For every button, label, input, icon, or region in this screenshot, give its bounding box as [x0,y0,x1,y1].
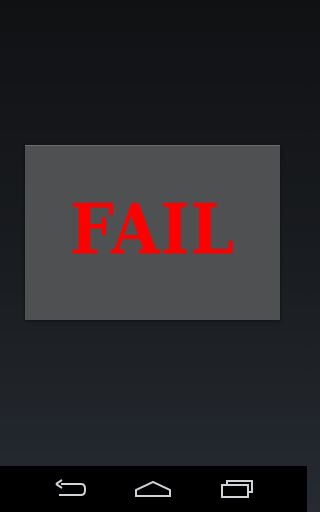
fail-dialog: FAIL [25,145,280,320]
fail-text: FAIL [69,188,236,271]
recent-apps-icon [221,480,254,498]
home-button[interactable] [129,471,177,507]
app-screen: FAIL [0,0,307,466]
back-button[interactable] [46,471,94,507]
back-arrow-icon [55,479,86,496]
recent-apps-button[interactable] [213,471,261,507]
navigation-bar [0,466,307,512]
home-icon [135,480,172,497]
